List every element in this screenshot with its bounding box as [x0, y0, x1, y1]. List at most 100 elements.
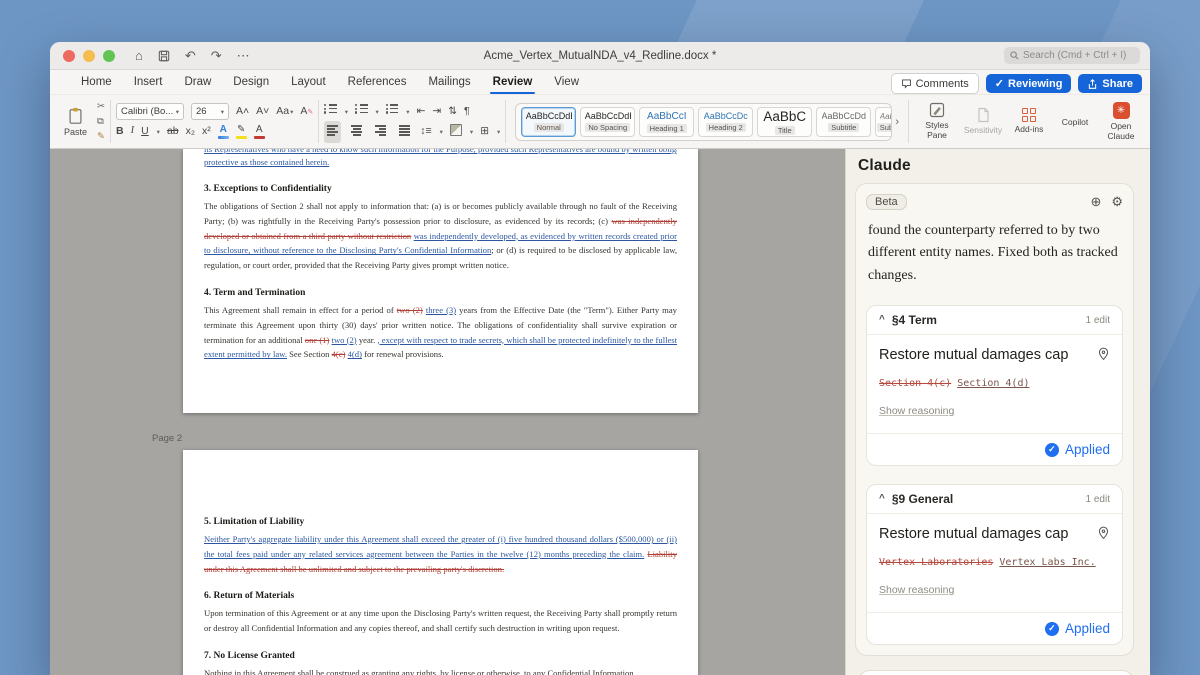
style-heading-2[interactable]: AaBbCcDc Heading 2	[698, 106, 754, 137]
zoom-button[interactable]	[103, 49, 115, 62]
cut-icon[interactable]: ✂	[97, 101, 105, 112]
applied-check-icon: ✓	[1044, 442, 1059, 457]
italic-button[interactable]: I	[131, 126, 135, 137]
numbering-button[interactable]	[355, 103, 368, 121]
share-button[interactable]: Share	[1078, 74, 1142, 93]
ribbon-button-label: Copilot	[1061, 117, 1089, 128]
doc-section-heading: 7. No License Granted	[204, 650, 295, 661]
doc-text-del: one (1)	[304, 334, 330, 345]
add-ins-button[interactable]: Add-ins	[1006, 97, 1052, 146]
tab-home[interactable]: Home	[70, 72, 123, 94]
collapse-chevron-icon[interactable]: ^	[879, 494, 885, 504]
clear-format-button[interactable]: A✎	[300, 106, 313, 117]
undo-icon[interactable]: ↶	[185, 49, 196, 62]
tab-design[interactable]: Design	[222, 72, 280, 94]
show-reasoning-link[interactable]: Show reasoning	[879, 405, 954, 417]
home-icon[interactable]: ⌂	[135, 49, 143, 62]
new-chat-icon[interactable]: ⊕	[1090, 194, 1101, 210]
outdent-button[interactable]: ⇤	[417, 106, 426, 117]
save-icon[interactable]	[158, 50, 170, 62]
copy-icon[interactable]: ⧉	[97, 116, 105, 127]
highlight-button[interactable]: ✎	[235, 124, 247, 139]
open-claude-button[interactable]: ✳ Open Claude	[1098, 97, 1144, 146]
check-icon: ✓	[994, 78, 1005, 90]
pencil-icon: ✎	[307, 109, 314, 117]
font-name-select[interactable]: Calibri (Bo... ▾	[115, 103, 184, 120]
align-right-button[interactable]	[372, 121, 389, 143]
search-input[interactable]: Search (Cmd + Ctrl + I)	[1004, 47, 1140, 64]
sidebar-title: Claude	[858, 157, 911, 174]
bullets-button[interactable]	[324, 103, 337, 121]
tab-mailings[interactable]: Mailings	[417, 72, 481, 94]
underline-button[interactable]: U	[141, 126, 149, 137]
document-page-1[interactable]: its Representatives who have a need to k…	[183, 149, 698, 413]
copilot-button[interactable]: Copilot	[1052, 97, 1098, 146]
tab-draw[interactable]: Draw	[173, 72, 222, 94]
marker-icon: ✎	[237, 124, 246, 135]
location-pin-icon[interactable]	[1097, 526, 1110, 540]
font-size-select[interactable]: 26 ▾	[190, 103, 229, 120]
close-button[interactable]	[63, 49, 75, 62]
chat-input[interactable]: Have all changes been added now?	[858, 670, 1134, 675]
reviewing-button[interactable]: ✓ Reviewing	[985, 74, 1072, 93]
redo-icon[interactable]: ↷	[211, 49, 222, 62]
style-sample: AaBbCcDdEe	[584, 111, 631, 121]
style-normal[interactable]: AaBbCcDdEe Normal	[521, 106, 577, 137]
beta-badge: Beta	[866, 194, 907, 210]
doc-text: The obligations of Section 2 shall not a…	[204, 201, 677, 226]
share-icon	[1089, 78, 1097, 89]
doc-text-del: two (2)	[396, 304, 423, 315]
document-page-2[interactable]: 5. Limitation of Liability Neither Party'…	[183, 450, 698, 675]
style-heading-1[interactable]: AaBbCcI Heading 1	[639, 106, 695, 137]
align-center-button[interactable]	[348, 121, 365, 143]
tab-review[interactable]: Review	[482, 72, 544, 94]
superscript-button[interactable]: x²	[202, 126, 211, 137]
style-no-spacing[interactable]: AaBbCcDdEe No Spacing	[580, 106, 636, 137]
tab-layout[interactable]: Layout	[280, 72, 337, 94]
shrink-font-button[interactable]: A˅	[256, 106, 269, 117]
redline-inserted-text: Section 4(d)	[957, 378, 1030, 390]
style-sample: AaBbCcDdEe	[525, 111, 572, 121]
more-icon[interactable]: ⋯	[237, 49, 250, 62]
strikethrough-button[interactable]: ab	[167, 126, 179, 137]
subscript-button[interactable]: x₂	[186, 126, 195, 137]
justify-button[interactable]	[396, 121, 413, 143]
change-case-button[interactable]: Aa▾	[276, 106, 293, 117]
style-title[interactable]: AaBbC Title	[757, 106, 813, 137]
font-color-button[interactable]: A	[253, 124, 265, 139]
gallery-more-button[interactable]: ›	[895, 116, 899, 128]
format-painter-icon[interactable]: ✎	[97, 131, 105, 142]
font-group: Calibri (Bo... ▾ 26 ▾ A˄ A˅ Aa▾ A✎ B I U ▾ …	[115, 97, 313, 146]
doc-section-heading: 6. Return of Materials	[204, 591, 295, 602]
tab-references[interactable]: References	[337, 72, 418, 94]
paragraph-group: ▾ ▾ ▾ ⇤ ⇥ ⇅ ¶ ↕≡ ▾ ▾ ⊞ ▾	[324, 97, 500, 146]
align-left-button[interactable]	[324, 120, 342, 143]
pilcrow-button[interactable]: ¶	[464, 106, 470, 117]
grow-font-button[interactable]: A˄	[236, 106, 249, 117]
location-pin-icon[interactable]	[1097, 347, 1110, 361]
redline-inserted-text: Vertex Labs Inc.	[999, 557, 1096, 569]
style-subtitle[interactable]: AaBbCcDd Subtitle	[816, 106, 872, 137]
sort-button[interactable]: ⇅	[448, 106, 457, 117]
show-reasoning-link[interactable]: Show reasoning	[879, 584, 954, 596]
gear-icon[interactable]: ⚙	[1111, 194, 1123, 210]
indent-button[interactable]: ⇥	[432, 106, 441, 117]
word-window: ⌂ ↶ ↷ ⋯ Acme_Vertex_MutualNDA_v4_Redline…	[50, 42, 1150, 675]
tab-view[interactable]: View	[543, 72, 590, 94]
sensitivity-button[interactable]: Sensitivity	[960, 97, 1006, 146]
multilevel-list-button[interactable]	[385, 103, 399, 121]
text-effects-button[interactable]: A	[217, 124, 229, 139]
shading-button[interactable]	[449, 123, 462, 141]
styles-pane-button[interactable]: Styles Pane	[914, 97, 960, 146]
line-spacing-button[interactable]: ↕≡	[420, 126, 431, 137]
collapse-chevron-icon[interactable]: ^	[879, 315, 885, 325]
minimize-button[interactable]	[83, 49, 95, 62]
tab-insert[interactable]: Insert	[123, 72, 174, 94]
style-subtle-emph-[interactable]: AaBbCcDdEeSubtle Emph...	[875, 106, 892, 137]
ribbon: Paste ✂ ⧉ ✎ Calibri (Bo... ▾ 26 ▾ A˄ A˅ Aa…	[50, 95, 1150, 149]
numbered-list-icon	[355, 103, 368, 115]
paste-button[interactable]: Paste	[60, 105, 91, 139]
comments-button[interactable]: Comments	[890, 73, 979, 94]
borders-button[interactable]: ⊞	[480, 126, 489, 137]
bold-button[interactable]: B	[116, 126, 124, 137]
